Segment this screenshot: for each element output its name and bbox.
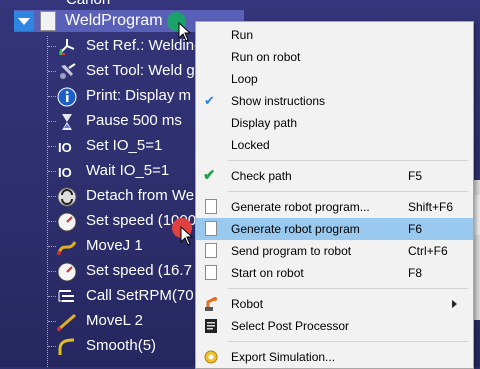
hourglass-icon [62,114,72,130]
shortcut-label: Shift+F6 [408,200,454,214]
menu-item-display-path[interactable]: Display path [196,112,473,134]
mouse-cursor-icon [180,226,194,246]
robot-icon [205,297,217,311]
menu-separator [228,341,468,342]
io-icon: IO [58,140,72,155]
tree-item-label: Print: Display m [86,87,192,104]
menu-separator [228,160,468,161]
menu-item-robot[interactable]: Robot [196,293,473,315]
document-icon [203,199,219,215]
program-document-icon [40,11,56,31]
movej-icon [57,241,77,255]
menu-item-run[interactable]: Run [196,24,473,46]
menu-item-export-simulation[interactable]: Export Simulation... [196,346,473,368]
menu-item-send-program[interactable]: Send program to robot Ctrl+F6 [196,240,473,262]
menu-item-check-path[interactable]: ✔ Check path F5 [196,165,473,187]
tree-item-label: Call SetRPM(70 [86,287,194,304]
menu-item-generate-program-dialog[interactable]: Generate robot program... Shift+F6 [196,196,473,218]
document-icon [203,221,219,237]
shortcut-label: F5 [408,169,423,183]
menu-item-locked[interactable]: Locked [196,134,473,156]
menu-separator [228,191,468,192]
io-icon: IO [58,165,72,180]
tree-item-label: MoveJ 1 [86,237,143,254]
tree-item-label: Set Ref.: Weldinc [86,37,202,54]
program-name[interactable]: WeldProgram [65,12,163,30]
tree-item-label: Canon [66,0,110,8]
submenu-arrow-icon [452,300,457,308]
svg-text:IO: IO [58,165,72,180]
document-icon [203,243,219,259]
shortcut-label: F8 [408,266,423,280]
smooth-icon [58,338,75,355]
document-icon [203,265,219,281]
speedometer-icon [57,262,77,282]
menu-item-show-instructions[interactable]: ✔ Show instructions [196,90,473,112]
collapse-toggle-icon[interactable] [14,11,34,31]
reference-frame-icon [59,39,75,55]
export-simulation-icon [204,350,218,364]
tree-item-label: Detach from We [86,187,195,204]
checkmark-icon: ✔ [204,93,215,108]
tree-item-partial[interactable]: Canon [0,0,480,10]
menu-item-generate-program[interactable]: Generate robot program F6 [196,218,473,240]
call-program-icon [58,290,74,302]
tree-item-label: Smooth(5) [86,337,157,354]
tree-item-label: Pause 500 ms [86,112,182,129]
green-check-icon: ✔ [203,167,216,184]
context-menu: Run Run on robot Loop ✔ Show instruction… [195,21,474,369]
menu-item-run-on-robot[interactable]: Run on robot [196,46,473,68]
shortcut-label: F6 [408,222,423,236]
menu-item-select-post-processor[interactable]: Select Post Processor [196,315,473,337]
menu-separator [228,288,468,289]
menu-item-loop[interactable]: Loop [196,68,473,90]
movel-icon [57,313,76,331]
svg-text:IO: IO [58,140,72,155]
shortcut-label: Ctrl+F6 [408,244,448,258]
menu-item-start-on-robot[interactable]: Start on robot F8 [196,262,473,284]
speedometer-icon [57,212,77,232]
post-processor-icon [205,319,217,333]
tool-icon [60,63,76,79]
tree-item-label: Wait IO_5=1 [86,162,170,179]
tree-item-label: Set speed (16.7 [86,262,192,279]
info-icon [57,87,77,107]
tree-item-label: Set Tool: Weld g [86,62,195,79]
tree-item-label: MoveL 2 [86,312,143,329]
tree-item-label: Set IO_5=1 [86,137,163,154]
detach-icon [57,187,77,207]
